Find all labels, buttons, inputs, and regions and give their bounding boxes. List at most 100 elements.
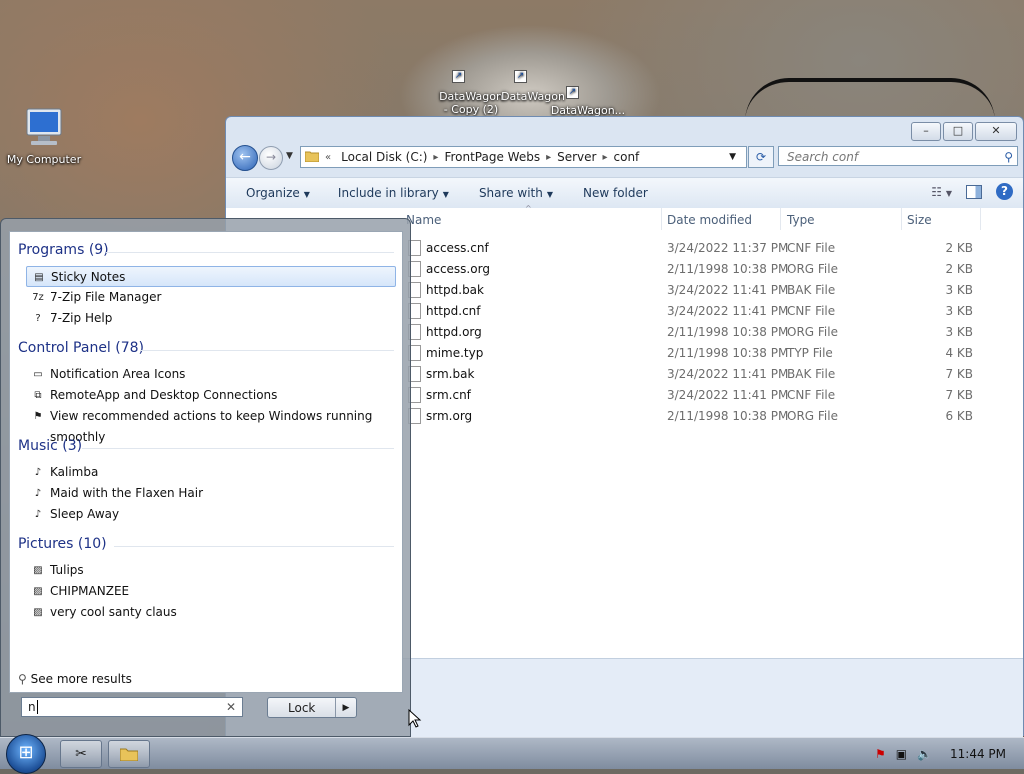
file-row[interactable]: srm.cnf 3/24/2022 11:41 PM CNF File 7 KB: [406, 385, 1023, 406]
file-row[interactable]: srm.bak 3/24/2022 11:41 PM BAK File 7 KB: [406, 364, 1023, 385]
result-group-title[interactable]: Control Panel (78): [18, 340, 144, 356]
taskbar-explorer-button[interactable]: [108, 740, 150, 768]
result-item[interactable]: ♪ Kalimba: [26, 462, 396, 483]
shutdown-options-arrow[interactable]: ▶: [335, 698, 356, 717]
action-center-icon[interactable]: ⚑: [875, 747, 886, 761]
file-size: 6 KB: [945, 409, 973, 423]
help-icon[interactable]: ?: [996, 183, 1013, 200]
music-file-icon: ♪: [34, 488, 42, 499]
file-date: 3/24/2022 11:41 PM: [667, 388, 789, 402]
breadcrumb-conf[interactable]: conf: [614, 150, 640, 164]
result-item[interactable]: ▭ Notification Area Icons: [26, 364, 396, 385]
volume-icon[interactable]: 🔈: [917, 747, 932, 761]
file-row[interactable]: httpd.bak 3/24/2022 11:41 PM BAK File 3 KB: [406, 280, 1023, 301]
clock[interactable]: 11:44 PM: [950, 747, 1006, 761]
result-item[interactable]: ▨ Tulips: [26, 560, 396, 581]
refresh-button[interactable]: ⟳: [748, 146, 774, 168]
breadcrumb-overflow[interactable]: «: [325, 152, 331, 163]
file-date: 3/24/2022 11:41 PM: [667, 304, 789, 318]
result-item[interactable]: ♪ Maid with the Flaxen Hair: [26, 483, 396, 504]
minimize-button[interactable]: –: [911, 122, 941, 141]
file-name: mime.typ: [426, 346, 484, 360]
column-divider[interactable]: [901, 208, 902, 230]
breadcrumb-separator[interactable]: ▸: [602, 152, 607, 163]
result-item[interactable]: ? 7-Zip Help: [26, 308, 396, 329]
result-item[interactable]: ⚑ View recommended actions to keep Window…: [26, 406, 396, 444]
file-row[interactable]: httpd.cnf 3/24/2022 11:41 PM CNF File 3 KB: [406, 301, 1023, 322]
file-rows: access.cnf 3/24/2022 11:37 PM CNF File 2 KB…: [406, 238, 1023, 427]
back-button[interactable]: ←: [232, 145, 258, 171]
column-header-size[interactable]: Size: [907, 213, 932, 227]
desktop-icon-label: My Computer: [6, 153, 82, 166]
windows-logo-icon: ⊞: [18, 742, 34, 763]
breadcrumb-local-disk[interactable]: Local Disk (C:): [341, 150, 427, 164]
close-button[interactable]: ✕: [975, 122, 1017, 141]
column-header-type[interactable]: Type: [787, 213, 815, 227]
see-more-results-link[interactable]: ⚲ See more results: [18, 672, 132, 686]
preview-pane-icon[interactable]: [966, 184, 982, 199]
system-tray: ⚑ ▣ 🔈 11:44 PM: [875, 738, 1024, 769]
window-controls: – □ ✕: [911, 122, 1017, 141]
result-group-title[interactable]: Programs (9): [18, 242, 109, 258]
result-item[interactable]: ▤ Sticky Notes: [26, 266, 396, 287]
search-placeholder: Search conf: [787, 150, 859, 164]
breadcrumb-separator[interactable]: ▸: [433, 152, 438, 163]
column-divider[interactable]: [661, 208, 662, 230]
address-bar[interactable]: « Local Disk (C:) ▸ FrontPage Webs ▸ Ser…: [300, 146, 747, 168]
file-size: 4 KB: [945, 346, 973, 360]
file-row[interactable]: access.org 2/11/1998 10:38 PM ORG File 2 KB: [406, 259, 1023, 280]
remoteapp-icon: ⧉: [34, 390, 42, 401]
file-row[interactable]: mime.typ 2/11/1998 10:38 PM TYP File 4 KB: [406, 343, 1023, 364]
result-group-title[interactable]: Pictures (10): [18, 536, 107, 552]
maximize-button[interactable]: □: [943, 122, 973, 141]
taskbar-pinned-app[interactable]: ✂: [60, 740, 102, 768]
start-button[interactable]: ⊞: [6, 734, 46, 774]
include-in-library-menu[interactable]: Include in library ▼: [338, 186, 449, 200]
column-header-date-modified[interactable]: Date modified: [667, 213, 752, 227]
chevron-down-icon: ▼: [303, 190, 310, 199]
result-item[interactable]: ▨ very cool santy claus: [26, 602, 396, 623]
new-folder-button[interactable]: New folder: [583, 186, 648, 200]
result-group-title[interactable]: Music (3): [18, 438, 82, 454]
result-item-label: Kalimba: [50, 465, 99, 479]
change-view-icon[interactable]: ☷ ▼: [931, 185, 952, 199]
desktop-icon-datawagon-2[interactable]: ↗ DataWagon...: [550, 84, 626, 117]
result-item[interactable]: ⧉ RemoteApp and Desktop Connections: [26, 385, 396, 406]
breadcrumb-frontpage-webs[interactable]: FrontPage Webs: [444, 150, 540, 164]
breadcrumb-separator[interactable]: ▸: [546, 152, 551, 163]
file-date: 2/11/1998 10:38 PM: [667, 325, 789, 339]
desktop-icon-label: DataWagon - Copy (2): [439, 90, 503, 116]
desktop-icon-my-computer[interactable]: My Computer: [4, 106, 84, 166]
organize-menu[interactable]: Organize ▼: [246, 186, 310, 200]
refresh-icon: ⟳: [755, 150, 767, 164]
share-with-menu[interactable]: Share with ▼: [479, 186, 553, 200]
network-icon[interactable]: ▣: [896, 747, 907, 761]
file-row[interactable]: httpd.org 2/11/1998 10:38 PM ORG File 3 KB: [406, 322, 1023, 343]
result-item[interactable]: 7z 7-Zip File Manager: [26, 287, 396, 308]
result-item[interactable]: ▨ CHIPMANZEE: [26, 581, 396, 602]
column-divider[interactable]: [980, 208, 981, 230]
column-divider[interactable]: [780, 208, 781, 230]
mouse-cursor-icon: [408, 709, 422, 728]
address-dropdown-icon[interactable]: ▼: [729, 152, 736, 162]
file-size: 7 KB: [945, 388, 973, 402]
column-header-name[interactable]: Name: [406, 213, 441, 227]
desktop-icon-datawagon-copy[interactable]: ↗ DataWagon - Copy (2): [436, 68, 506, 116]
folder-icon: [304, 150, 320, 165]
recent-pages-dropdown[interactable]: ▼: [286, 151, 293, 161]
computer-icon: [4, 106, 84, 153]
lock-button[interactable]: Lock ▶: [267, 697, 357, 718]
notification-area-icon: ▭: [33, 369, 43, 380]
file-row[interactable]: srm.org 2/11/1998 10:38 PM ORG File 6 KB: [406, 406, 1023, 427]
file-name: httpd.cnf: [426, 304, 481, 318]
clear-search-icon[interactable]: ✕: [226, 698, 236, 716]
title-bar[interactable]: [226, 117, 1023, 145]
search-icon[interactable]: ⚲: [1004, 147, 1013, 167]
shortcut-arrow-icon: ↗: [566, 86, 579, 99]
start-search-input[interactable]: n ✕: [21, 697, 243, 717]
file-row[interactable]: access.cnf 3/24/2022 11:37 PM CNF File 2 KB: [406, 238, 1023, 259]
result-item[interactable]: ♪ Sleep Away: [26, 504, 396, 525]
forward-button[interactable]: →: [259, 146, 283, 170]
breadcrumb-server[interactable]: Server: [557, 150, 596, 164]
search-input[interactable]: Search conf ⚲: [778, 146, 1018, 166]
